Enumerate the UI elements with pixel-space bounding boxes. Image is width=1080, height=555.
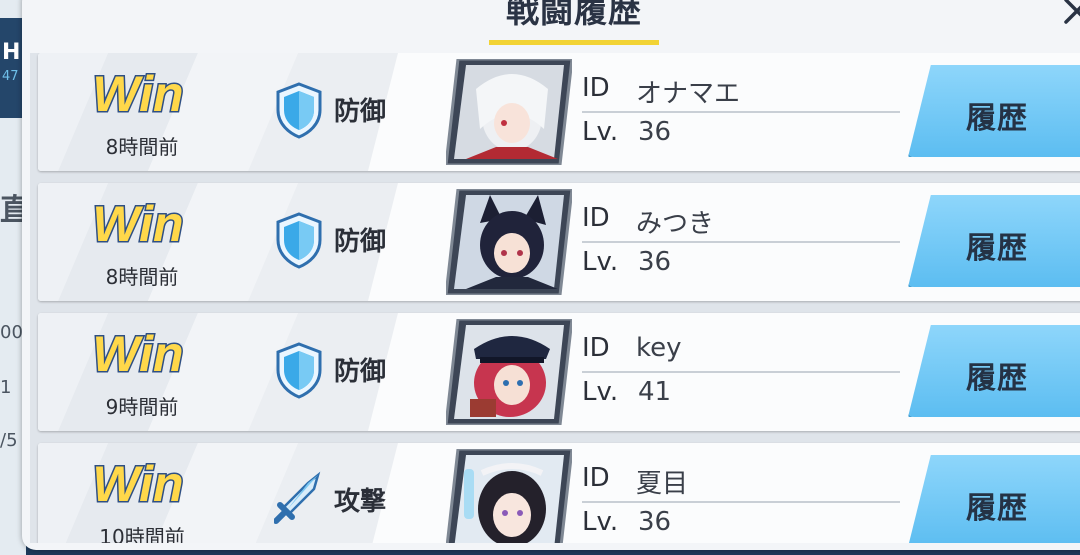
history-row: Win 9時間前 防御 ID key Lv. 41 履歴 [38, 313, 1080, 431]
avatar-black-hair-headband[interactable] [446, 449, 572, 543]
win-label: Win [91, 455, 185, 514]
role-label: 防御 [334, 227, 387, 257]
row-divider [582, 501, 900, 503]
battle-history-modal: 戦闘履歴 Win 8時間前 防御 ID オナマエ Lv. 36 履歴 Win 8… [22, 0, 1080, 550]
modal-header: 戦闘履歴 [22, 0, 1080, 46]
history-list[interactable]: Win 8時間前 防御 ID オナマエ Lv. 36 履歴 Win 8時間前 防… [30, 53, 1080, 543]
id-label: ID [582, 463, 610, 493]
history-button-label: 履歴 [966, 101, 1028, 136]
win-label: Win [91, 325, 185, 384]
player-level: 36 [638, 507, 672, 537]
win-label: Win [91, 65, 185, 124]
time-ago: 9時間前 [105, 395, 179, 419]
history-button[interactable]: 履歴 [908, 455, 1080, 543]
svg-text:Win: Win [92, 66, 183, 122]
row-divider [582, 111, 900, 113]
player-level: 41 [638, 377, 672, 407]
title-underline [489, 40, 659, 45]
player-id: 夏目 [636, 469, 689, 499]
background-text: 1 [0, 377, 12, 398]
id-label: ID [582, 73, 610, 103]
level-label: Lv. [582, 117, 619, 147]
modal-title: 戦闘履歴 [506, 0, 642, 30]
shield-icon [276, 342, 322, 399]
player-level: 36 [638, 117, 672, 147]
svg-text:Win: Win [92, 326, 183, 382]
shield-icon [276, 212, 322, 269]
time-ago: 8時間前 [105, 135, 179, 159]
role-label: 攻撃 [334, 487, 387, 517]
history-button-label: 履歴 [966, 491, 1028, 526]
history-button[interactable]: 履歴 [908, 325, 1080, 417]
row-divider [582, 371, 900, 373]
history-button[interactable]: 履歴 [908, 195, 1080, 287]
role-label: 防御 [334, 97, 387, 127]
background-text: /5 [0, 430, 18, 451]
shield-icon [276, 82, 322, 139]
history-row: Win 10時間前 攻撃 ID 夏目 Lv. 36 履歴 [38, 443, 1080, 543]
history-button-label: 履歴 [966, 361, 1028, 396]
id-label: ID [582, 333, 610, 363]
time-ago: 10時間前 [99, 525, 185, 543]
id-label: ID [582, 203, 610, 233]
player-id: みつき [636, 209, 715, 239]
player-level: 36 [638, 247, 672, 277]
row-divider [582, 241, 900, 243]
close-icon[interactable] [1060, 0, 1080, 28]
sword-icon [274, 471, 321, 524]
level-label: Lv. [582, 247, 619, 277]
level-label: Lv. [582, 377, 619, 407]
avatar-red-hair-cap[interactable] [446, 319, 572, 425]
history-button-label: 履歴 [966, 231, 1028, 266]
history-row: Win 8時間前 防御 ID オナマエ Lv. 36 履歴 [38, 53, 1080, 171]
history-button[interactable]: 履歴 [908, 65, 1080, 157]
svg-text:Win: Win [92, 196, 183, 252]
player-id: オナマエ [636, 79, 741, 109]
player-id: key [636, 333, 682, 363]
history-row: Win 8時間前 防御 ID みつき Lv. 36 履歴 [38, 183, 1080, 301]
time-ago: 8時間前 [105, 265, 179, 289]
avatar-silver-hair[interactable] [446, 59, 572, 165]
level-label: Lv. [582, 507, 619, 537]
role-label: 防御 [334, 357, 387, 387]
svg-text:Win: Win [92, 456, 183, 512]
background-text: 00 [0, 322, 23, 343]
win-label: Win [91, 195, 185, 254]
avatar-catgirl[interactable] [446, 189, 572, 295]
